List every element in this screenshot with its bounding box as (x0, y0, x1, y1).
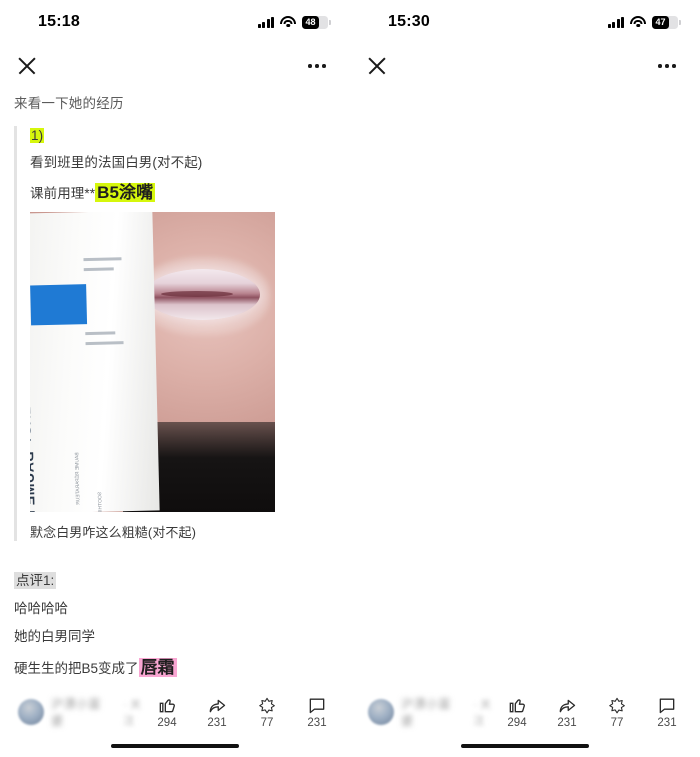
dual-screenshot-container: 15:18 48 来看一下她的经历 1) 看到班里的法国白男(对不起) 课前用理… (0, 0, 700, 757)
home-indicator (461, 743, 589, 748)
photo-tube-bar-1 (83, 257, 122, 262)
right-screen: 15:30 47 成分名称 使用目的 (350, 0, 700, 757)
bottom-action-bar-left: 沪漂小富婆 · 关注 294 231 77 231 (0, 681, 350, 757)
battery-icon: 48 (302, 15, 331, 29)
photo-lips-layer (145, 269, 261, 321)
left-screen: 15:18 48 来看一下她的经历 1) 看到班里的法国白男(对不起) 课前用理… (0, 0, 350, 757)
share-count: 231 (557, 717, 577, 729)
b5-balm-on-lips-photo[interactable]: CICAPLAST BAUME B5 BAUME RÉPARATEUR SOOT… (30, 212, 275, 513)
comment-section-label: 点评1: (14, 571, 336, 592)
lead-text: 来看一下她的经历 (14, 96, 124, 111)
star-collect-icon (609, 697, 625, 714)
photo-brand-sub-1: BAUME RÉPARATEUR (74, 452, 82, 506)
share-button[interactable]: 231 (552, 695, 582, 729)
wifi-icon (630, 16, 646, 28)
collect-button[interactable]: 77 (602, 695, 632, 729)
more-options-icon[interactable] (308, 64, 326, 68)
author-name: 沪漂小富婆 (50, 697, 101, 728)
photo-brand-sub-2: SOOTHING REPAIRING BALM (97, 492, 105, 512)
share-button[interactable]: 231 (202, 695, 232, 729)
avatar[interactable] (368, 699, 394, 725)
follow-label[interactable]: · 关注 (123, 696, 152, 728)
comment-count: 231 (307, 717, 327, 729)
cellular-bars-icon (257, 16, 274, 28)
share-arrow-icon (209, 699, 226, 713)
collect-button[interactable]: 77 (252, 695, 282, 729)
action-buttons-left: 294 231 77 231 (152, 695, 332, 729)
close-icon[interactable] (366, 55, 388, 77)
comment-line-3-prefix: 硬生生的把B5变成了 (14, 660, 139, 676)
comment-line-2: 她的白男同学 (14, 629, 95, 645)
photo-caption: 默念白男咋这么粗糙(对不起) (30, 525, 197, 541)
quote-block: 1) 看到班里的法国白男(对不起) 课前用理** B5涂嘴 CICAPLAST … (14, 126, 336, 542)
quote-line-1: 1) (30, 126, 336, 147)
status-bar-right: 15:30 47 (350, 0, 700, 44)
quote-line-3: 课前用理** B5涂嘴 (30, 180, 336, 206)
wifi-icon (280, 16, 296, 28)
share-arrow-icon (559, 699, 576, 713)
author-info-right[interactable]: 沪漂小富婆 · 关注 (368, 695, 502, 729)
battery-icon: 47 (652, 15, 681, 29)
status-clock: 15:18 (38, 13, 80, 30)
photo-tube-bar-4 (85, 341, 124, 346)
author-info-left[interactable]: 沪漂小富婆 · 关注 (18, 695, 152, 729)
author-name: 沪漂小富婆 (400, 697, 451, 728)
highlight-green-2: B5涂嘴 (95, 182, 156, 202)
more-options-icon[interactable] (658, 64, 676, 68)
close-icon[interactable] (16, 55, 38, 77)
photo-tube-bar-3 (85, 331, 116, 336)
quote-line-2: 看到班里的法国白男(对不起) (30, 154, 203, 170)
home-indicator (111, 743, 239, 748)
avatar[interactable] (18, 699, 44, 725)
status-indicators: 48 (257, 15, 331, 29)
battery-level: 47 (655, 16, 666, 27)
like-button[interactable]: 294 (152, 695, 182, 729)
comment-count: 231 (657, 717, 677, 729)
like-button[interactable]: 294 (502, 695, 532, 729)
star-collect-icon (259, 697, 275, 714)
comment-bubble-icon (309, 698, 325, 714)
status-clock: 15:30 (388, 13, 430, 30)
highlight-green-1: 1) (30, 128, 45, 143)
comment-line-3: 硬生生的把B5变成了 唇霜 (14, 655, 336, 681)
photo-tube-bar-2 (83, 267, 114, 272)
comment-button[interactable]: 231 (652, 695, 682, 729)
comment-bubble-icon (659, 698, 675, 714)
thumbs-up-icon (509, 699, 525, 713)
like-count: 294 (157, 717, 177, 729)
cellular-bars-icon (607, 16, 624, 28)
collect-count: 77 (260, 717, 274, 729)
follow-label[interactable]: · 关注 (473, 696, 502, 728)
left-article-content: 来看一下她的经历 1) 看到班里的法国白男(对不起) 课前用理** B5涂嘴 C… (0, 92, 350, 681)
status-bar-left: 15:18 48 (0, 0, 350, 44)
photo-product-tube: CICAPLAST BAUME B5 BAUME RÉPARATEUR SOOT… (30, 212, 160, 513)
photo-tube-blue-label (30, 284, 88, 326)
bottom-action-bar-right: 沪漂小富婆 · 关注 294 231 77 231 (350, 681, 700, 757)
comment-button[interactable]: 231 (302, 695, 332, 729)
collect-count: 77 (610, 717, 624, 729)
like-count: 294 (507, 717, 527, 729)
nav-bar-right (350, 44, 700, 88)
comment-line-1: 哈哈哈哈 (14, 601, 68, 617)
highlight-pink-1: 唇霜 (138, 657, 177, 677)
highlight-gray-1: 点评1: (14, 572, 57, 590)
thumbs-up-icon (159, 699, 175, 713)
share-count: 231 (207, 717, 227, 729)
battery-level: 48 (305, 16, 316, 27)
quote-line-3-prefix: 课前用理** (30, 185, 96, 201)
photo-brand-line-2: BAUME B5 (30, 451, 38, 513)
nav-bar-left (0, 44, 350, 88)
action-buttons-right: 294 231 77 231 (502, 695, 682, 729)
status-indicators: 47 (607, 15, 681, 29)
